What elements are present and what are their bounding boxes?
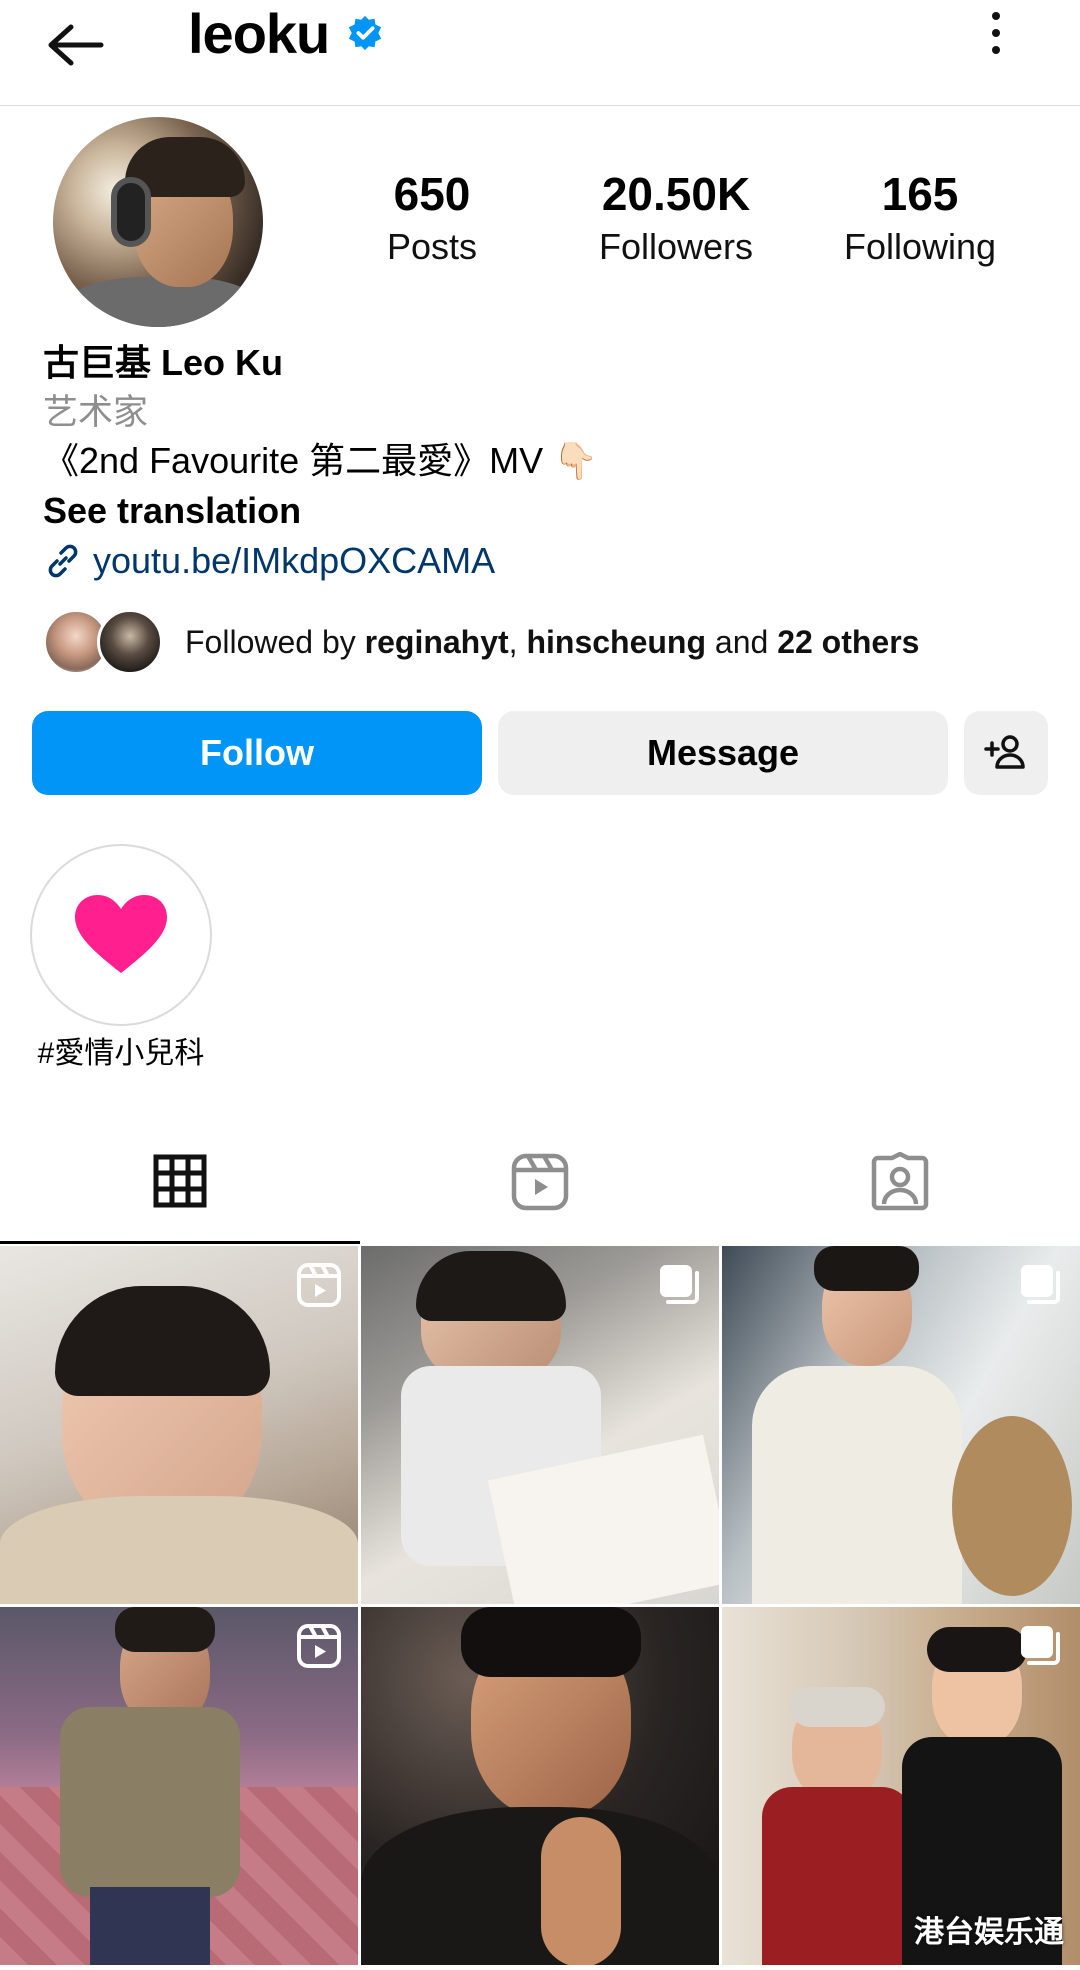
post-thumbnail[interactable] xyxy=(361,1607,719,1965)
tab-grid[interactable] xyxy=(0,1120,360,1244)
followed-by-row[interactable]: Followed by reginahyt, hinscheung and 22… xyxy=(43,608,919,676)
more-vertical-icon xyxy=(992,12,1000,20)
add-person-icon xyxy=(984,735,1025,769)
post-thumbnail[interactable]: 港台娱乐通 xyxy=(722,1607,1080,1965)
post-thumbnail[interactable] xyxy=(0,1607,358,1965)
profile-category: 艺术家 xyxy=(43,393,149,432)
followed-by-user: reginahyt xyxy=(364,623,509,660)
following-count: 165 xyxy=(881,168,959,220)
watermark-text: 港台娱乐通 xyxy=(914,1916,1064,1949)
grid-icon xyxy=(153,1154,207,1207)
carousel-icon xyxy=(660,1265,699,1304)
carousel-icon xyxy=(1021,1626,1060,1665)
more-options-button[interactable] xyxy=(976,8,1016,58)
tab-reels[interactable] xyxy=(360,1120,720,1244)
tagged-person-icon xyxy=(871,1152,929,1211)
heart-icon xyxy=(75,895,167,973)
story-highlight[interactable] xyxy=(30,844,212,1026)
top-bar: leoku xyxy=(0,0,1080,106)
post-thumbnail[interactable] xyxy=(722,1246,1080,1604)
follower-avatar xyxy=(97,609,163,675)
post-thumbnail[interactable] xyxy=(361,1246,719,1604)
followed-by-others: 22 others xyxy=(777,623,920,660)
back-button[interactable] xyxy=(40,10,110,80)
posts-stat[interactable]: 650 Posts xyxy=(370,166,494,272)
following-stat[interactable]: 165 Following xyxy=(830,166,1010,272)
profile-tabs xyxy=(0,1120,1080,1244)
posts-grid: 港台娱乐通 xyxy=(0,1246,1080,1970)
profile-full-name: 古巨基 Leo Ku xyxy=(43,342,283,383)
followers-stat[interactable]: 20.50K Followers xyxy=(580,166,772,272)
see-translation-link[interactable]: See translation xyxy=(43,486,301,536)
post-thumbnail[interactable] xyxy=(0,1246,358,1604)
message-button[interactable]: Message xyxy=(498,711,948,795)
verified-badge-icon xyxy=(348,15,382,51)
followed-by-text: Followed by reginahyt, hinscheung and 22… xyxy=(185,623,920,660)
profile-avatar[interactable] xyxy=(53,117,263,327)
followed-by-user: hinscheung xyxy=(526,623,707,660)
profile-external-link[interactable]: youtu.be/IMkdpOXCAMA xyxy=(43,536,495,586)
follow-button[interactable]: Follow xyxy=(32,711,482,795)
profile-bio: 《2nd Favourite 第二最愛》MV 👇🏻 xyxy=(43,440,598,481)
reels-icon xyxy=(511,1153,569,1211)
arrow-left-icon xyxy=(48,24,104,66)
reel-icon xyxy=(297,1624,341,1668)
highlight-label[interactable]: #愛情小兒科 xyxy=(30,1032,212,1076)
reel-icon xyxy=(297,1263,341,1307)
suggested-users-button[interactable] xyxy=(964,711,1048,795)
followers-count: 20.50K xyxy=(601,168,751,220)
link-icon xyxy=(48,544,78,578)
profile-username[interactable]: leoku xyxy=(188,0,330,68)
posts-label: Posts xyxy=(386,226,478,267)
followers-label: Followers xyxy=(598,226,754,267)
following-label: Following xyxy=(843,226,997,267)
carousel-icon xyxy=(1021,1265,1060,1304)
tab-tagged[interactable] xyxy=(720,1120,1080,1244)
profile-link-text: youtu.be/IMkdpOXCAMA xyxy=(93,540,496,581)
posts-count: 650 xyxy=(393,168,471,220)
